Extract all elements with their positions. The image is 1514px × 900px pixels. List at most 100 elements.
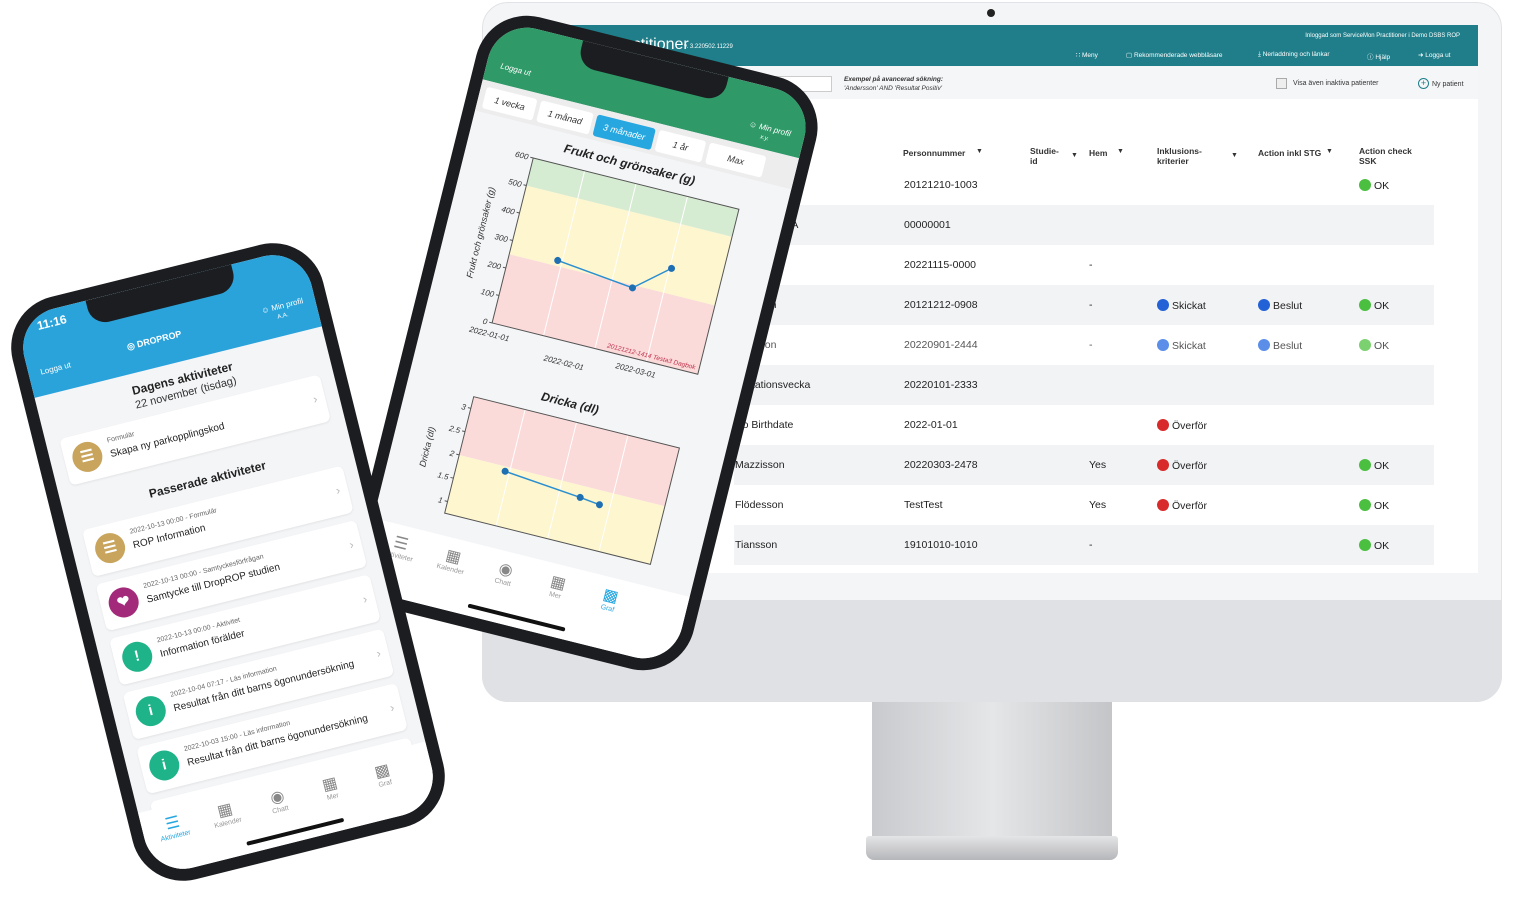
sort-arrow-icon[interactable]: ▼ (1117, 148, 1124, 155)
logout-link[interactable]: Logga ut (499, 61, 531, 77)
y-tick (530, 156, 534, 159)
inactive-checkbox[interactable] (1276, 78, 1287, 89)
cell-personnummer: 00000001 (904, 219, 951, 231)
cell-hem: Yes (1089, 499, 1107, 511)
cell-hem: - (1089, 259, 1093, 271)
table-row[interactable]: testsson20221115-0000- (734, 245, 1434, 285)
tab-1-vecka[interactable]: 1 vecka (481, 86, 538, 121)
x-tick-label: 2022-02-01 (542, 353, 585, 372)
cell-personnummer: 20221115-0000 (904, 259, 977, 271)
inactive-checkbox-label: Visa även inaktiva patienter (1293, 80, 1379, 87)
monitor-base (866, 836, 1118, 860)
y-tick-label: 2 (448, 448, 456, 458)
search-hint-example: 'Andersson' AND 'Resultat Positiv' (844, 85, 942, 92)
y-axis-label: Dricka (dl) (417, 426, 437, 468)
table-row[interactable]: gestationsvecka 20220101-2333 (734, 365, 1434, 405)
activity-phone: 11:16 Logga ut ◎ DROPROP ☺ Min profil A.A… (0, 232, 456, 892)
list-icon: ☰ (91, 529, 129, 567)
y-tick-label: 200 (486, 259, 503, 271)
cell-personnummer: 19101010-1010 (904, 539, 978, 551)
nav-browsers[interactable]: ▢ Rekommenderade webbläsare (1126, 51, 1222, 59)
nav-downloads[interactable]: ⤓ Nerladdning och länkar (1258, 51, 1330, 59)
status-dot-icon (1359, 339, 1371, 351)
sort-arrow-icon[interactable]: ▼ (1231, 152, 1238, 159)
chevron-right-icon: › (311, 391, 319, 407)
status-dot-icon (1359, 459, 1371, 471)
cell-action-ssk: OK (1359, 179, 1389, 192)
tab-mer[interactable]: ▦ Mer (303, 768, 358, 806)
tab-aktiviteter[interactable]: ☰ Aktiviteter (146, 807, 201, 845)
cell-action-ssk: OK (1359, 299, 1389, 312)
status-dot-icon (1359, 299, 1371, 311)
status-dot-icon (1258, 299, 1270, 311)
handshake-icon: ❤ (105, 584, 142, 621)
cell-personnummer: 2022-01-01 (904, 419, 958, 431)
status-dot-icon (1157, 299, 1169, 311)
nav-logout[interactable]: ➜ Logga ut (1418, 51, 1451, 59)
y-tick (489, 321, 493, 324)
y-tick (509, 239, 513, 241)
tab-graf[interactable]: ▩ Graf (355, 755, 410, 793)
tab-kalender[interactable]: ▦ Kalender (198, 794, 253, 832)
nav-help[interactable]: ⓘ Hjälp (1367, 51, 1390, 61)
cell-name: Tiansson (735, 539, 778, 551)
tab-max[interactable]: Max (704, 142, 767, 178)
cell-hem: - (1089, 539, 1093, 551)
sort-arrow-icon[interactable]: ▼ (1326, 148, 1333, 155)
cell-inklusion: Skickat (1157, 299, 1206, 312)
col-personnummer[interactable]: Personnummer (903, 148, 965, 158)
tab-1-manad[interactable]: 1 månad (536, 100, 594, 135)
y-tick-label: 400 (500, 205, 516, 217)
status-dot-icon (1258, 339, 1270, 351)
tab-1-ar[interactable]: 1 år (654, 129, 707, 163)
cell-action-ssk: OK (1359, 499, 1389, 512)
y-tick-label: 0 (482, 317, 489, 327)
table-row[interactable]: Mazzisson 20220303-2478 Yes Överför OK (734, 445, 1434, 485)
col-hem[interactable]: Hem (1089, 148, 1107, 158)
logout-link[interactable]: Logga ut (39, 360, 71, 376)
cell-action-stg: Beslut (1258, 299, 1302, 312)
cell-personnummer: TestTest (904, 499, 943, 511)
y-tick (516, 211, 520, 214)
status-dot-icon (1157, 499, 1169, 511)
status-dot-icon (1359, 499, 1371, 511)
cell-inklusion: Överför (1157, 419, 1207, 432)
table-row[interactable]: Testsson20220901-2444-SkickatBeslutOK (734, 325, 1434, 365)
sort-arrow-icon[interactable]: ▼ (1071, 152, 1078, 159)
info-icon: i (146, 747, 183, 784)
y-tick-label: 600 (514, 150, 530, 162)
tab-chatt[interactable]: ◉ Chatt (477, 554, 532, 592)
profile-button[interactable]: ☺ Min profil x.y. (746, 119, 792, 147)
tab-graf[interactable]: ▩ Graf (582, 580, 637, 618)
tab-mer[interactable]: ▦ Mer (530, 567, 585, 605)
tab-kalender[interactable]: ▦ Kalender (425, 541, 480, 579)
tab-3-manader[interactable]: 3 månader (592, 114, 656, 151)
cell-action-stg: Beslut (1258, 339, 1302, 352)
logged-in-user: Inloggad som ServiceMon Practitioner i D… (1305, 33, 1460, 39)
col-inklusion[interactable]: Inklusions-kriterier (1157, 146, 1202, 166)
cell-name: Mazzisson (735, 459, 785, 471)
chevron-right-icon: › (374, 646, 383, 661)
status-dot-icon (1359, 179, 1371, 191)
plus-icon: + (1418, 78, 1429, 89)
table-row[interactable]: No Birthdate 2022-01-01 Överför (734, 405, 1434, 445)
nav-menu[interactable]: ∷ Meny (1076, 51, 1098, 59)
table-row[interactable]: Tiansson 19101010-1010 - OK (734, 525, 1434, 565)
col-studie[interactable]: Studie-id (1030, 146, 1059, 166)
col-action-ssk[interactable]: Action check SSK (1359, 146, 1412, 166)
table-row[interactable]: Testsson20121212-0908-SkickatBeslutOK (734, 285, 1434, 325)
sort-arrow-icon[interactable]: ▼ (976, 148, 983, 155)
y-tick (467, 407, 471, 409)
cell-personnummer: 20121210-1003 (904, 179, 978, 191)
table-row[interactable]: Flödesson TestTest Yes Överför OK (734, 485, 1434, 525)
table-row[interactable]: UPPDATERA00000001 (734, 205, 1434, 245)
tab-chatt[interactable]: ◉ Chatt (251, 781, 306, 819)
profile-button[interactable]: ☺ Min profil A.A. (260, 296, 306, 324)
new-patient-button[interactable]: + Ny patient (1418, 78, 1464, 89)
col-action-stg[interactable]: Action inkl STG (1258, 148, 1321, 158)
table-row[interactable]: ansson20121210-1003OK (734, 165, 1434, 205)
y-tick (523, 184, 527, 186)
cell-personnummer: 20220901-2444 (904, 339, 978, 351)
x-tick-label: 2022-01-01 (467, 325, 510, 344)
exclamation-icon: ! (119, 638, 156, 675)
